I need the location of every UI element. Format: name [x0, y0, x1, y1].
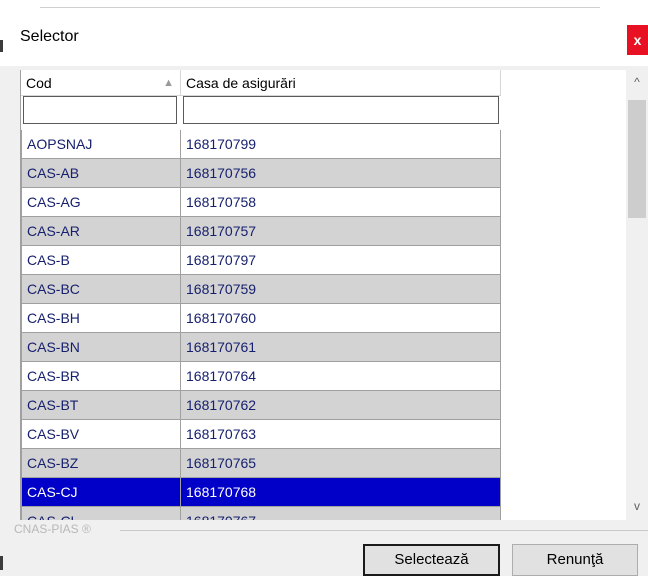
- cell-casa[interactable]: 168170760: [181, 304, 501, 333]
- cell-casa[interactable]: 168170797: [181, 246, 501, 275]
- group-divider: [120, 530, 648, 531]
- cell-cod[interactable]: AOPSNAJ: [21, 130, 181, 159]
- filter-row: [21, 96, 501, 128]
- close-button[interactable]: x: [627, 25, 648, 55]
- cell-cod[interactable]: CAS-BT: [21, 391, 181, 420]
- left-edge-marker: [0, 556, 3, 570]
- column-header-casa-label: Casa de asigurări: [186, 75, 296, 91]
- column-header-cod[interactable]: Cod ▲: [21, 70, 181, 96]
- vertical-scrollbar[interactable]: ^ v: [626, 70, 648, 520]
- sort-ascending-icon: ▲: [163, 77, 174, 89]
- cell-cod[interactable]: CAS-BC: [21, 275, 181, 304]
- table-row[interactable]: CAS-BT 168170762: [21, 391, 501, 420]
- cell-cod[interactable]: CAS-BN: [21, 333, 181, 362]
- cell-casa[interactable]: 168170756: [181, 159, 501, 188]
- cell-cod[interactable]: CAS-AR: [21, 217, 181, 246]
- select-button[interactable]: Selectează: [363, 544, 500, 576]
- cell-cod[interactable]: CAS-BH: [21, 304, 181, 333]
- table-row[interactable]: CAS-CL168170767: [21, 507, 501, 520]
- top-divider: [40, 7, 600, 8]
- table-row[interactable]: AOPSNAJ 168170799: [21, 130, 501, 159]
- column-header-casa[interactable]: Casa de asigurări: [181, 70, 501, 96]
- filter-cod-input[interactable]: [23, 96, 177, 124]
- cell-casa[interactable]: 168170758: [181, 188, 501, 217]
- scrollbar-thumb[interactable]: [628, 100, 646, 218]
- cell-casa[interactable]: 168170763: [181, 420, 501, 449]
- table-row[interactable]: CAS-B 168170797: [21, 246, 501, 275]
- table-row[interactable]: CAS-AG 168170758: [21, 188, 501, 217]
- table-row[interactable]: CAS-CJ 168170768: [21, 478, 501, 507]
- cell-casa[interactable]: 168170759: [181, 275, 501, 304]
- cell-casa[interactable]: 168170765: [181, 449, 501, 478]
- group-label: CNAS-PIAS ®: [14, 522, 91, 536]
- table-row[interactable]: CAS-BN 168170761: [21, 333, 501, 362]
- grid-rows: AOPSNAJ 168170799 CAS-AB 168170756 CAS-AG 168…: [21, 130, 501, 520]
- cell-cod[interactable]: CAS-BV: [21, 420, 181, 449]
- table-row[interactable]: CAS-AR 168170757: [21, 217, 501, 246]
- scroll-up-arrow-icon[interactable]: ^: [626, 70, 648, 94]
- cell-cod[interactable]: CAS-CJ: [21, 478, 181, 507]
- table-row[interactable]: CAS-BC 168170759: [21, 275, 501, 304]
- cancel-button[interactable]: Renunţă: [512, 544, 638, 576]
- table-row[interactable]: CAS-AB 168170756: [21, 159, 501, 188]
- cell-casa[interactable]: 168170767: [181, 507, 501, 520]
- table-row[interactable]: CAS-BZ 168170765: [21, 449, 501, 478]
- column-header-cod-label: Cod: [26, 75, 52, 91]
- table-row[interactable]: CAS-BH 168170760: [21, 304, 501, 333]
- cell-cod[interactable]: CAS-AG: [21, 188, 181, 217]
- cell-casa[interactable]: 168170768: [181, 478, 501, 507]
- cell-cod[interactable]: CAS-B: [21, 246, 181, 275]
- cell-cod[interactable]: CAS-BR: [21, 362, 181, 391]
- cell-cod[interactable]: CAS-AB: [21, 159, 181, 188]
- scroll-down-arrow-icon[interactable]: v: [626, 494, 648, 518]
- cell-casa[interactable]: 168170757: [181, 217, 501, 246]
- cell-casa[interactable]: 168170799: [181, 130, 501, 159]
- cell-cod[interactable]: CAS-CL: [21, 507, 181, 520]
- cell-casa[interactable]: 168170762: [181, 391, 501, 420]
- table-row[interactable]: CAS-BV 168170763: [21, 420, 501, 449]
- left-edge-marker: [0, 40, 3, 52]
- window-title: Selector: [20, 28, 79, 45]
- data-grid: Cod ▲ Casa de asigurări AOPSNAJ 168170799…: [20, 70, 627, 520]
- title-bar: Selector x: [0, 0, 648, 66]
- table-row[interactable]: CAS-BR 168170764: [21, 362, 501, 391]
- filter-casa-input[interactable]: [183, 96, 499, 124]
- cell-casa[interactable]: 168170764: [181, 362, 501, 391]
- cell-casa[interactable]: 168170761: [181, 333, 501, 362]
- cell-cod[interactable]: CAS-BZ: [21, 449, 181, 478]
